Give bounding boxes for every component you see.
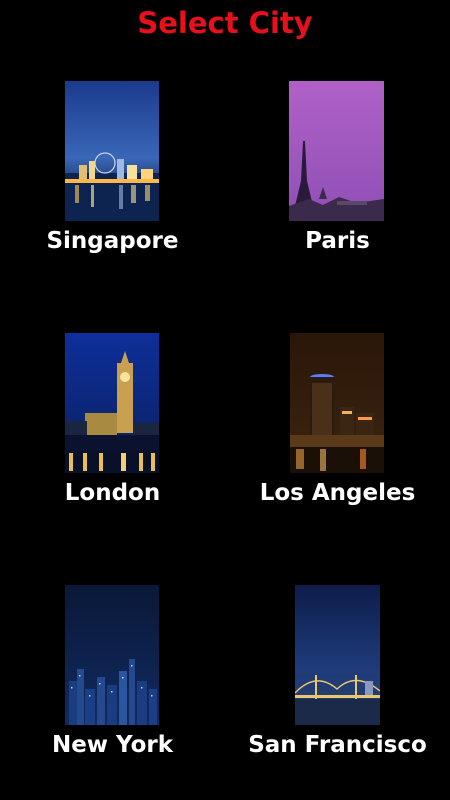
city-label-new-york[interactable]: New York xyxy=(0,730,225,760)
city-label-singapore[interactable]: Singapore xyxy=(0,226,225,256)
city-label-san-francisco[interactable]: San Francisco xyxy=(225,730,450,760)
city-item-new-york[interactable]: New York xyxy=(0,585,225,775)
new-york-thumbnail[interactable] xyxy=(65,585,159,725)
singapore-skyline-image xyxy=(65,81,159,221)
city-label-paris[interactable]: Paris xyxy=(225,226,450,256)
paris-thumbnail[interactable] xyxy=(289,81,384,221)
big-ben-image xyxy=(65,333,159,473)
new-york-skyline-image xyxy=(65,585,159,725)
city-item-san-francisco[interactable]: San Francisco xyxy=(225,585,450,775)
city-label-london[interactable]: London xyxy=(0,478,225,508)
london-thumbnail[interactable] xyxy=(65,333,159,473)
city-item-los-angeles[interactable]: Los Angeles xyxy=(225,333,450,523)
san-francisco-thumbnail[interactable] xyxy=(295,585,380,725)
city-item-paris[interactable]: Paris xyxy=(225,81,450,271)
city-item-singapore[interactable]: Singapore xyxy=(0,81,225,271)
city-grid: Singapore Paris London Los Angeles New Y… xyxy=(0,0,450,800)
singapore-thumbnail[interactable] xyxy=(65,81,159,221)
bay-bridge-image xyxy=(295,585,380,725)
los-angeles-night-image xyxy=(290,333,384,473)
los-angeles-thumbnail[interactable] xyxy=(290,333,384,473)
city-label-los-angeles[interactable]: Los Angeles xyxy=(225,478,450,508)
city-item-london[interactable]: London xyxy=(0,333,225,523)
eiffel-tower-image xyxy=(289,81,384,221)
